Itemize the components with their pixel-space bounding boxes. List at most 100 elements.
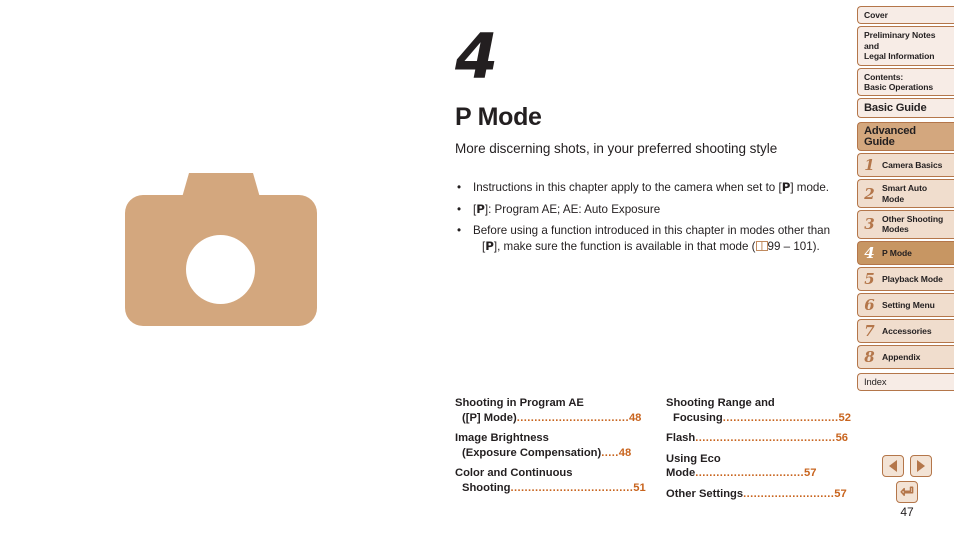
sidebar-item-playback-mode[interactable]: 5 Playback Mode xyxy=(857,266,954,291)
toc-leader: ............................... xyxy=(695,467,804,480)
bullet-text-post: ] mode. xyxy=(790,181,830,194)
toc-entry-line1: Shooting in Program AE xyxy=(455,397,584,409)
toc-page-number: 56 xyxy=(835,432,849,445)
toc-leader: ........................................ xyxy=(695,432,836,445)
page-reference-text: 99 – 101). xyxy=(767,239,820,253)
chapter-notes-list: • Instructions in this chapter apply to … xyxy=(455,180,840,260)
sidebar-chapter-number: 3 xyxy=(864,215,875,234)
sidebar-item-p-mode[interactable]: 4 P Mode xyxy=(857,240,954,265)
sidebar-item-accessories[interactable]: 7 Accessories xyxy=(857,318,954,343)
sidebar-item-label: Cover xyxy=(864,10,888,20)
bullet-text-pre: Before using a function introduced in th… xyxy=(473,224,831,237)
list-item: • [P]: Program AE; AE: Auto Exposure xyxy=(455,202,840,218)
toc-leader: ................................ xyxy=(516,411,629,424)
toc-entry[interactable]: Color and Continuous Shooting...........… xyxy=(455,466,646,496)
sidebar-item-label: Preliminary Notes and Legal Information xyxy=(864,30,936,62)
sidebar-chapter-number: 7 xyxy=(864,321,875,340)
toc-entry-title-cont: Shooting xyxy=(462,481,511,494)
sidebar-item-label: Playback Mode xyxy=(882,273,943,284)
toc-entry-line2: ([P] Mode)..............................… xyxy=(455,411,644,426)
previous-page-button[interactable] xyxy=(882,455,904,477)
toc-entry[interactable]: Flash...................................… xyxy=(666,431,855,446)
sidebar-item-label: Setting Menu xyxy=(882,299,935,310)
toc-leader: ................................. xyxy=(722,411,839,424)
chapter-number: 4 xyxy=(455,20,498,93)
return-arrow-icon xyxy=(899,486,913,496)
sidebar-item-label: Advanced Guide xyxy=(864,125,916,148)
next-page-button[interactable] xyxy=(910,455,932,477)
list-item: • Instructions in this chapter apply to … xyxy=(455,180,840,196)
page-title: P Mode xyxy=(455,103,542,131)
toc-leader: .......................... xyxy=(743,487,835,500)
bullet-text-post: ], make sure the function is available i… xyxy=(493,239,756,253)
toc-entry-title: Flash xyxy=(666,432,696,445)
sidebar-chapter-number: 8 xyxy=(864,347,875,366)
sidebar-chapter-number: 5 xyxy=(864,269,875,288)
toc-page-number: 57 xyxy=(834,487,847,500)
sidebar-chapter-number: 1 xyxy=(864,156,875,175)
bullet-text-continuation: [P], make sure the function is available… xyxy=(473,239,840,255)
sidebar-item-appendix[interactable]: 8 Appendix xyxy=(857,344,954,369)
page-reference-book-icon xyxy=(755,240,768,251)
chapter-table-of-contents: Shooting in Program AE ([P] Mode).......… xyxy=(455,396,855,508)
toc-entry-line1: Image Brightness xyxy=(455,432,549,445)
toc-page-number: 48 xyxy=(618,446,632,459)
toc-entry-title-cont: Focusing xyxy=(673,411,723,424)
bullet-dot-icon: • xyxy=(457,224,462,237)
toc-leader: ..... xyxy=(601,446,619,459)
list-item: • Before using a function introduced in … xyxy=(455,223,840,254)
toc-leader: ................................... xyxy=(510,481,634,494)
sidebar-item-preliminary-notes[interactable]: Preliminary Notes and Legal Information xyxy=(857,26,954,66)
sidebar-item-label: Smart Auto Mode xyxy=(882,183,927,204)
sidebar-item-label: Contents: Basic Operations xyxy=(864,71,934,93)
toc-entry[interactable]: Shooting Range and Focusing.............… xyxy=(666,396,855,425)
chevron-left-icon xyxy=(889,460,897,472)
toc-column-left: Shooting in Program AE ([P] Mode).......… xyxy=(455,396,646,508)
sidebar-chapter-number: 2 xyxy=(864,184,875,203)
nav-back-row xyxy=(877,481,937,503)
sidebar-chapter-number: 4 xyxy=(864,243,875,262)
toc-column-right: Shooting Range and Focusing.............… xyxy=(666,396,855,508)
chapter-subtitle: More discerning shots, in your preferred… xyxy=(455,141,778,156)
page-navigation-controls: 47 xyxy=(877,455,937,519)
toc-page-number: 57 xyxy=(803,467,817,480)
camera-lens-shape xyxy=(186,235,255,304)
toc-entry-title: Other Settings xyxy=(666,487,744,500)
toc-entry-line1: Shooting Range and xyxy=(666,397,775,409)
sidebar-item-other-shooting-modes[interactable]: 3 Other Shooting Modes xyxy=(857,210,954,239)
toc-entry[interactable]: Other Settings..........................… xyxy=(666,487,855,502)
toc-page-number: 48 xyxy=(628,411,642,424)
sidebar-item-label: Other Shooting Modes xyxy=(882,214,944,235)
bullet-text-pre: Instructions in this chapter apply to th… xyxy=(473,181,782,194)
sidebar-item-advanced-guide[interactable]: Advanced Guide xyxy=(857,122,954,152)
bullet-dot-icon: • xyxy=(457,181,462,194)
sidebar-item-cover[interactable]: Cover xyxy=(857,6,954,25)
sidebar-item-label: P Mode xyxy=(882,247,912,258)
toc-entry[interactable]: Image Brightness (Exposure Compensation)… xyxy=(455,431,644,460)
sidebar-item-setting-menu[interactable]: 6 Setting Menu xyxy=(857,292,954,317)
sidebar: Cover Preliminary Notes and Legal Inform… xyxy=(857,6,954,393)
camera-illustration xyxy=(125,173,317,326)
toc-entry-title-cont: ([P] Mode) xyxy=(462,411,517,424)
bullet-text-post: ]: Program AE; AE: Auto Exposure xyxy=(484,202,661,216)
p-mode-glyph: P xyxy=(485,238,494,253)
toc-entry-line2: (Exposure Compensation).....48 xyxy=(455,446,644,461)
sidebar-item-label: Accessories xyxy=(882,325,932,336)
nav-arrow-row xyxy=(877,455,937,477)
sidebar-item-index[interactable]: Index xyxy=(857,372,954,392)
toc-entry-line2: Shooting................................… xyxy=(455,481,646,496)
sidebar-item-label: Appendix xyxy=(882,351,921,362)
sidebar-item-label: Camera Basics xyxy=(882,160,943,171)
sidebar-item-basic-guide[interactable]: Basic Guide xyxy=(857,98,954,119)
toc-entry[interactable]: Using Eco Mode..........................… xyxy=(666,452,855,481)
toc-entry[interactable]: Shooting in Program AE ([P] Mode).......… xyxy=(455,396,644,425)
toc-entry-title-cont: (Exposure Compensation) xyxy=(462,446,602,459)
bullet-dot-icon: • xyxy=(457,202,462,216)
back-button[interactable] xyxy=(896,481,918,503)
sidebar-item-contents[interactable]: Contents: Basic Operations xyxy=(857,67,954,97)
chevron-right-icon xyxy=(917,460,925,472)
sidebar-item-camera-basics[interactable]: 1 Camera Basics xyxy=(857,153,954,178)
toc-page-number: 51 xyxy=(633,481,646,494)
sidebar-item-smart-auto-mode[interactable]: 2 Smart Auto Mode xyxy=(857,179,954,209)
sidebar-item-label: Index xyxy=(864,375,887,387)
